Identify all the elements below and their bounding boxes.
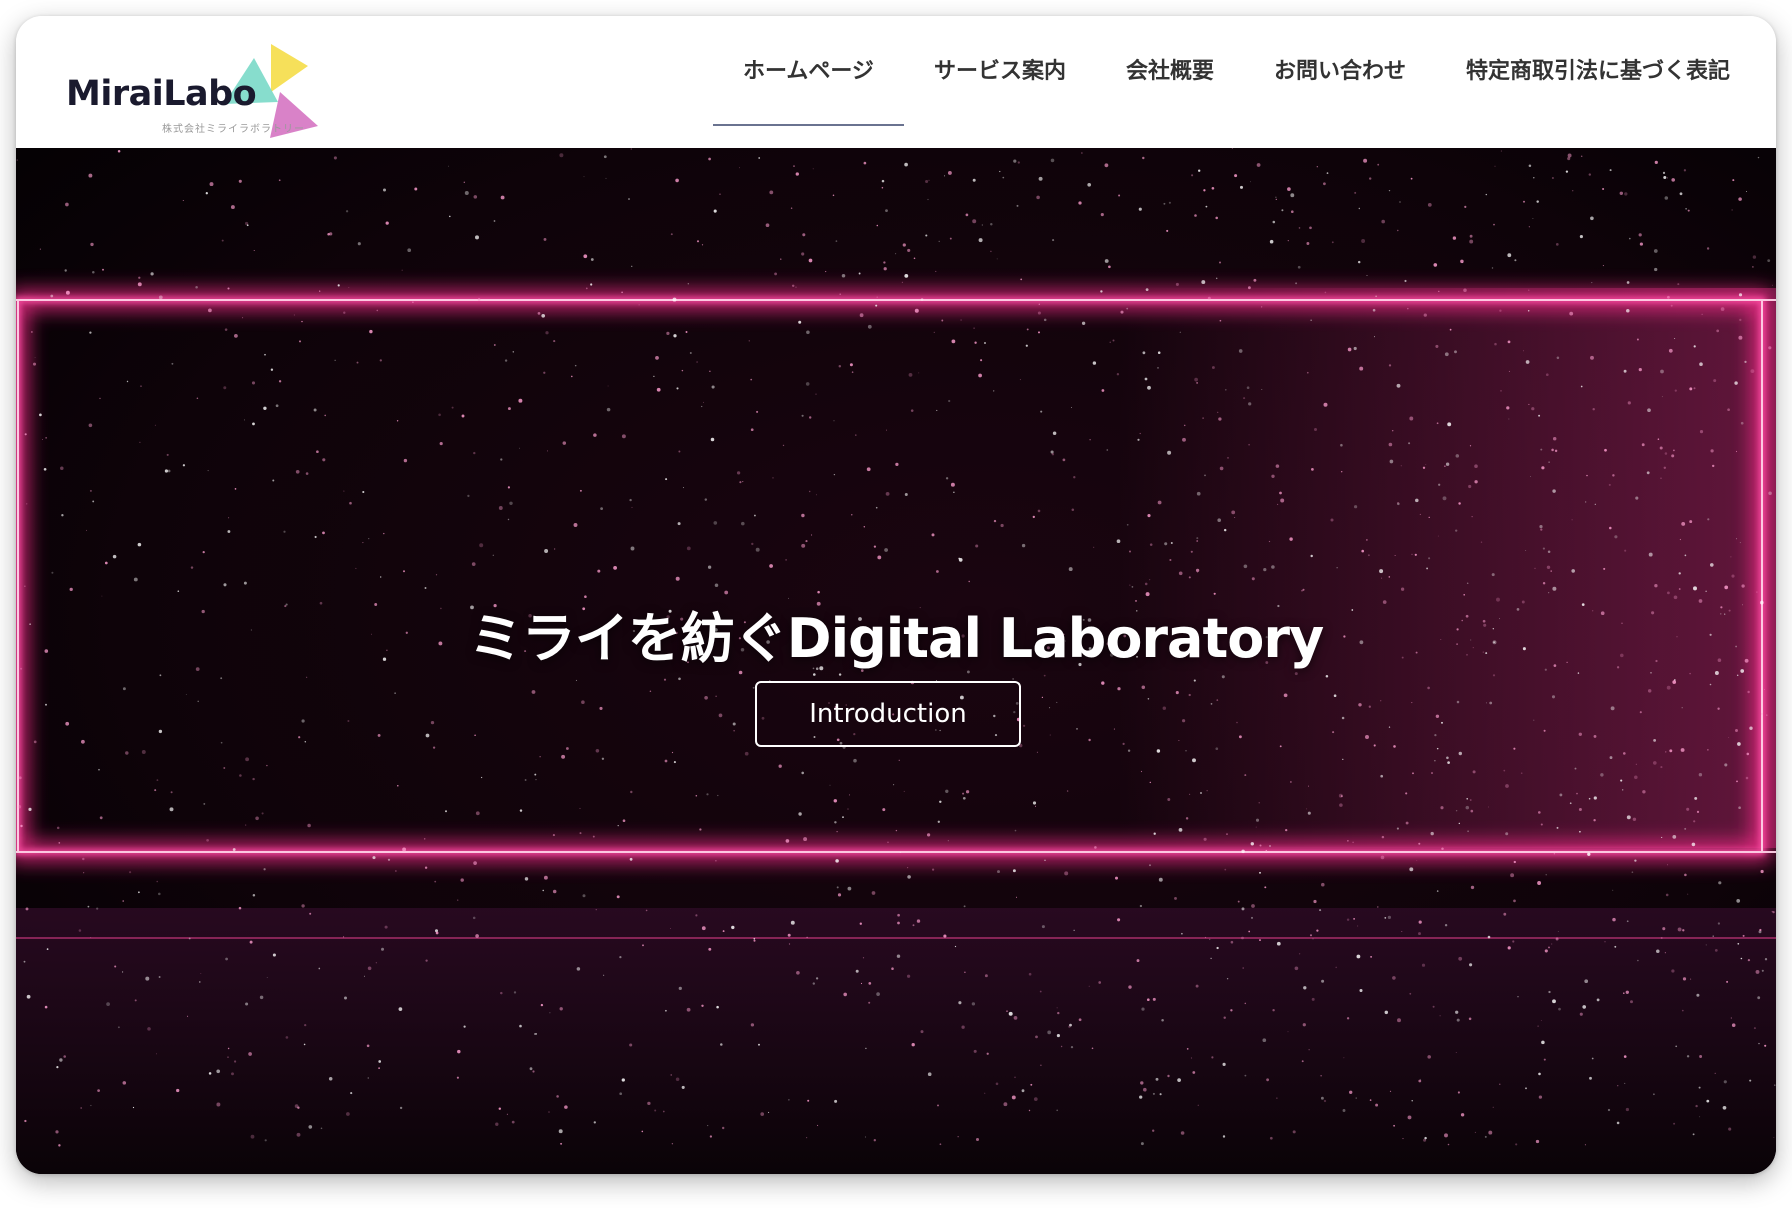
- hero-title: ミライを紡ぐDigital Laboratory: [468, 607, 1324, 670]
- nav-item-legal[interactable]: 特定商取引法に基づく表記: [1436, 16, 1760, 128]
- nav-item-home[interactable]: ホームページ: [713, 16, 904, 128]
- nav-item-contact[interactable]: お問い合わせ: [1244, 16, 1436, 128]
- logo-tagline: 株式会社ミライラボラトリー: [162, 124, 305, 135]
- browser-frame: MiraiLabo 株式会社ミライラボラトリー ホームページ サービス案内 会社…: [16, 16, 1776, 1174]
- logo-wordmark: MiraiLabo: [66, 74, 257, 114]
- main-nav: ホームページ サービス案内 会社概要 お問い合わせ 特定商取引法に基づく表記: [713, 16, 1760, 128]
- site-header: MiraiLabo 株式会社ミライラボラトリー ホームページ サービス案内 会社…: [16, 16, 1776, 148]
- nav-item-services[interactable]: サービス案内: [904, 16, 1096, 128]
- hero-section: ミライを紡ぐDigital Laboratory Introduction: [16, 148, 1776, 1174]
- nav-item-company[interactable]: 会社概要: [1096, 16, 1244, 128]
- site-logo[interactable]: MiraiLabo 株式会社ミライラボラトリー: [66, 26, 326, 141]
- introduction-button[interactable]: Introduction: [755, 681, 1021, 747]
